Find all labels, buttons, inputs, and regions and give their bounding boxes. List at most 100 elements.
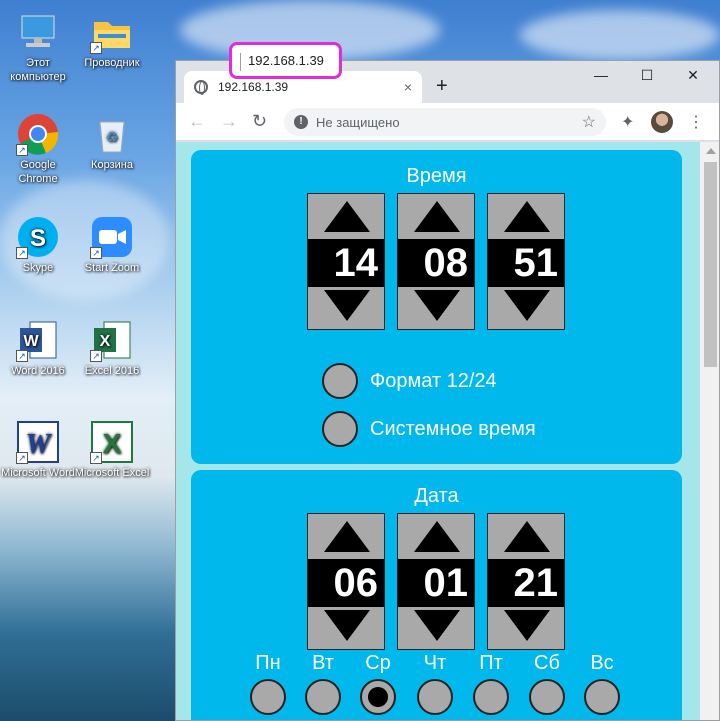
desktop-icon-microsoft-excel[interactable]: X ↗ Microsoft Excel xyxy=(74,420,150,480)
address-bar[interactable]: ! Не защищено ☆ xyxy=(284,108,606,136)
weekday-sun[interactable]: Вс xyxy=(583,652,621,715)
system-time-option[interactable]: Системное время xyxy=(322,411,536,447)
back-button[interactable]: ← xyxy=(188,111,206,132)
desktop-icon-label: Word 2016 xyxy=(11,365,65,377)
bookmark-star-icon[interactable]: ☆ xyxy=(582,112,596,132)
year-down-arrow-icon[interactable] xyxy=(504,610,550,641)
month-value: 01 xyxy=(398,559,474,607)
weekday-radio[interactable] xyxy=(250,679,286,715)
day-value: 06 xyxy=(308,559,384,607)
window-close-button[interactable]: ✕ xyxy=(670,67,716,84)
day-spinner: 06 xyxy=(307,513,385,650)
seconds-spinner: 51 xyxy=(487,193,565,330)
skype-icon: S ↗ xyxy=(16,215,60,259)
weekday-label: Вт xyxy=(312,652,334,674)
minutes-spinner: 08 xyxy=(397,193,475,330)
svg-text:X: X xyxy=(103,428,122,459)
warning-icon[interactable]: ! xyxy=(294,115,308,129)
weekday-mon[interactable]: Пн xyxy=(249,652,287,715)
scrollbar-thumb[interactable] xyxy=(704,162,717,367)
weekday-fri[interactable]: Пт xyxy=(472,652,510,715)
weekday-label: Чт xyxy=(423,652,447,674)
desktop-icon-recycle-bin[interactable]: ♻ Корзина xyxy=(74,112,150,172)
forward-button[interactable]: → xyxy=(220,111,238,132)
weekday-radio[interactable] xyxy=(529,679,565,715)
tab-title: 192.168.1.39 xyxy=(218,80,289,94)
year-up-arrow-icon[interactable] xyxy=(504,521,550,552)
desktop-icon-label: Проводник xyxy=(84,57,140,69)
hours-down-arrow-icon[interactable] xyxy=(324,290,370,321)
weekday-wed[interactable]: Ср xyxy=(359,652,397,715)
folder-icon: ↗ xyxy=(90,10,134,54)
desktop-icon-label: Microsoft Word xyxy=(1,467,75,479)
minutes-up-arrow-icon[interactable] xyxy=(414,201,460,232)
reload-button[interactable]: ↻ xyxy=(252,111,267,132)
format-radio[interactable] xyxy=(322,363,358,399)
desktop-icon-chrome[interactable]: ↗ Google Chrome xyxy=(0,112,76,186)
excel-legacy-icon: X ↗ xyxy=(90,420,134,464)
maximize-button[interactable]: ☐ xyxy=(624,67,670,84)
system-time-label: Системное время xyxy=(370,417,536,440)
url-field-highlighted[interactable]: 192.168.1.39 xyxy=(229,42,342,79)
extensions-icon[interactable]: ✦ xyxy=(621,112,634,132)
system-time-radio[interactable] xyxy=(322,411,358,447)
excel-icon: X ↗ xyxy=(90,318,134,362)
day-up-arrow-icon[interactable] xyxy=(324,521,370,552)
weekday-tue[interactable]: Вт xyxy=(304,652,342,715)
format-option[interactable]: Формат 12/24 xyxy=(322,363,497,399)
weekday-sat[interactable]: Сб xyxy=(528,652,566,715)
desktop-icon-word-2016[interactable]: W ↗ Word 2016 xyxy=(0,318,76,378)
computer-icon xyxy=(16,10,60,54)
weekday-radio[interactable] xyxy=(584,679,620,715)
weekday-label: Сб xyxy=(534,652,560,674)
weekday-radio[interactable] xyxy=(473,679,509,715)
globe-icon xyxy=(194,80,208,95)
svg-text:W: W xyxy=(26,429,53,460)
month-up-arrow-icon[interactable] xyxy=(414,521,460,552)
desktop-icon-this-pc[interactable]: Этот компьютер xyxy=(0,10,76,84)
month-down-arrow-icon[interactable] xyxy=(414,610,460,641)
minutes-value: 08 xyxy=(398,239,474,287)
day-down-arrow-icon[interactable] xyxy=(324,610,370,641)
desktop-icon-label: Google Chrome xyxy=(18,159,58,185)
seconds-down-arrow-icon[interactable] xyxy=(504,290,550,321)
weekday-radio[interactable] xyxy=(417,679,453,715)
scroll-up-arrow-icon[interactable] xyxy=(706,148,716,154)
desktop-icon-explorer[interactable]: ↗ Проводник xyxy=(74,10,150,70)
browser-window: 192.168.1.39 × + — ☐ ✕ ← → ↻ ! Не защище… xyxy=(175,60,720,721)
desktop-icon-microsoft-word[interactable]: W ↗ Microsoft Word xyxy=(0,420,76,480)
desktop-icon-label: Microsoft Excel xyxy=(74,467,150,479)
new-tab-button[interactable]: + xyxy=(436,75,448,98)
format-label: Формат 12/24 xyxy=(370,369,497,392)
desktop-icon-excel-2016[interactable]: X ↗ Excel 2016 xyxy=(74,318,150,378)
month-spinner: 01 xyxy=(397,513,475,650)
page-scrollbar[interactable] xyxy=(700,142,719,720)
desktop-icon-zoom[interactable]: ↗ Start Zoom xyxy=(74,215,150,275)
weekday-label: Пт xyxy=(479,652,503,674)
recycle-bin-icon: ♻ xyxy=(90,112,134,156)
time-title: Время xyxy=(406,165,467,187)
menu-icon[interactable]: ⋮ xyxy=(688,112,704,132)
svg-text:♻: ♻ xyxy=(106,129,119,145)
minutes-down-arrow-icon[interactable] xyxy=(414,290,460,321)
weekday-radio-selected[interactable] xyxy=(360,679,396,715)
desktop-icon-label: Этот компьютер xyxy=(10,57,66,83)
browser-toolbar: ← → ↻ ! Не защищено ☆ ✦ ⋮ xyxy=(176,103,719,141)
seconds-up-arrow-icon[interactable] xyxy=(504,201,550,232)
url-text: 192.168.1.39 xyxy=(248,53,324,68)
word-icon: W ↗ xyxy=(16,318,60,362)
desktop-icon-label: Skype xyxy=(22,262,54,274)
weekday-thu[interactable]: Чт xyxy=(416,652,454,715)
hours-spinner: 14 xyxy=(307,193,385,330)
tab-close-button[interactable]: × xyxy=(404,79,412,95)
weekday-radio[interactable] xyxy=(305,679,341,715)
weekday-label: Вс xyxy=(590,652,614,674)
hours-up-arrow-icon[interactable] xyxy=(324,201,370,232)
profile-avatar[interactable] xyxy=(651,111,673,133)
security-label: Не защищено xyxy=(316,115,400,130)
desktop-icon-skype[interactable]: S ↗ Skype xyxy=(0,215,76,275)
weekday-label: Пн xyxy=(255,652,281,674)
minimize-button[interactable]: — xyxy=(578,67,624,83)
desktop-icon-label: Start Zoom xyxy=(84,262,140,274)
page-content: Время 14 08 51 Формат 12/24 Системное вр… xyxy=(176,142,700,720)
